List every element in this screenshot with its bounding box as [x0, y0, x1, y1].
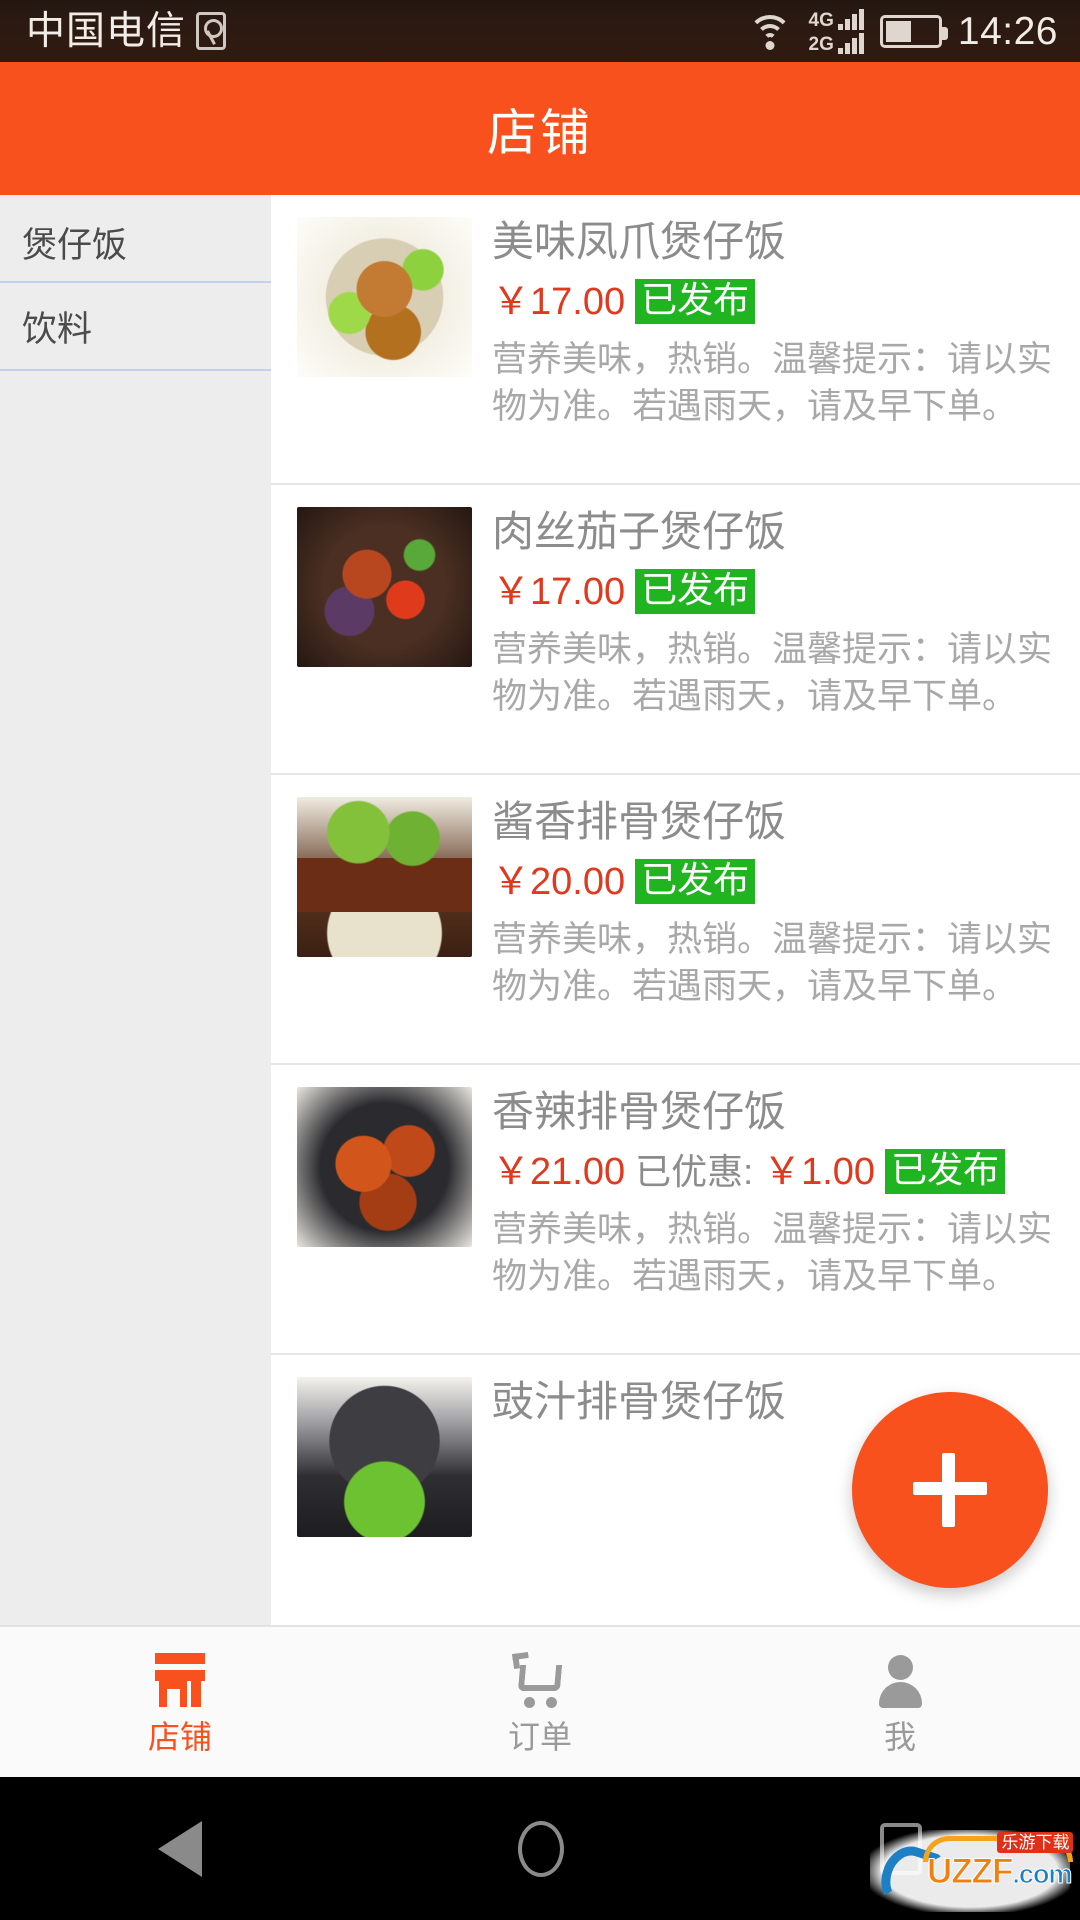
sidebar-item-drinks[interactable]: 饮料: [0, 283, 271, 371]
status-badge: 已发布: [635, 569, 756, 614]
status-bar-left: 中国电信: [26, 9, 227, 53]
list-item[interactable]: 香辣排骨煲仔饭 ￥21.00 已优惠: ￥1.00 已发布 营养美味，热销。温馨…: [271, 1065, 1080, 1355]
tab-shop[interactable]: 店铺: [0, 1627, 360, 1777]
signal-4g-label: 4G: [808, 9, 834, 31]
add-product-fab[interactable]: [852, 1392, 1048, 1588]
phone-screen: 中国电信 4G 2G 14:26 店铺 煲仔饭 饮料 美味凤爪煲仔饭 ￥17.0…: [0, 0, 1080, 1920]
product-info: 肉丝茄子煲仔饭 ￥17.00 已发布 营养美味，热销。温馨提示：请以实物为准。若…: [492, 507, 1054, 755]
product-name: 肉丝茄子煲仔饭: [492, 508, 787, 555]
product-thumbnail: [297, 797, 472, 957]
sidebar-item-label: 煲仔饭: [22, 225, 128, 265]
tab-label: 订单: [507, 1719, 572, 1755]
product-description: 营养美味，热销。温馨提示：请以实物为准。若遇雨天，请及早下单。: [492, 1209, 1053, 1297]
status-bar-right: 4G 2G 14:26: [747, 8, 1058, 55]
list-item[interactable]: 肉丝茄子煲仔饭 ￥17.00 已发布 营养美味，热销。温馨提示：请以实物为准。若…: [271, 485, 1080, 775]
list-item[interactable]: 酱香排骨煲仔饭 ￥20.00 已发布 营养美味，热销。温馨提示：请以实物为准。若…: [271, 775, 1080, 1065]
watermark-swoosh-icon: [878, 1844, 924, 1898]
carrier-label: 中国电信: [26, 9, 187, 53]
product-price: ￥20.00: [492, 860, 626, 903]
sidebar-item-claypot-rice[interactable]: 煲仔饭: [0, 195, 271, 283]
product-price-row: ￥17.00 已发布: [492, 569, 1054, 614]
product-price-row: ￥21.00 已优惠: ￥1.00 已发布: [492, 1149, 1054, 1194]
store-icon: [149, 1651, 211, 1709]
product-thumbnail: [297, 1377, 472, 1537]
status-badge: 已发布: [635, 279, 756, 324]
watermark-text: 乐游下载 UZZF.com: [923, 1831, 1074, 1889]
watermark-tagline: 乐游下载: [997, 1831, 1074, 1853]
battery-icon: [879, 14, 948, 48]
product-price-row: ￥20.00 已发布: [492, 859, 1054, 904]
product-info: 香辣排骨煲仔饭 ￥21.00 已优惠: ￥1.00 已发布 营养美味，热销。温馨…: [492, 1087, 1054, 1335]
list-item[interactable]: 美味凤爪煲仔饭 ￥17.00 已发布 营养美味，热销。温馨提示：请以实物为准。若…: [271, 195, 1080, 485]
product-description: 营养美味，热销。温馨提示：请以实物为准。若遇雨天，请及早下单。: [492, 339, 1053, 427]
product-info: 美味凤爪煲仔饭 ￥17.00 已发布 营养美味，热销。温馨提示：请以实物为准。若…: [492, 217, 1054, 465]
wifi-icon: [747, 13, 793, 50]
sidebar-item-label: 饮料: [22, 309, 93, 349]
product-price: ￥17.00: [492, 280, 626, 323]
bottom-tab-bar: 店铺 订单 我: [0, 1625, 1080, 1777]
product-description: 营养美味，热销。温馨提示：请以实物为准。若遇雨天，请及早下单。: [492, 629, 1053, 717]
site-watermark: 乐游下载 UZZF.com: [870, 1830, 1074, 1912]
status-badge: 已发布: [885, 1149, 1006, 1194]
signal-bars-secondary-icon: [837, 32, 864, 54]
product-info: 酱香排骨煲仔饭 ￥20.00 已发布 营养美味，热销。温馨提示：请以实物为准。若…: [492, 797, 1054, 1045]
signal-icons: 4G 2G: [808, 8, 864, 55]
product-description: 营养美味，热销。温馨提示：请以实物为准。若遇雨天，请及早下单。: [492, 919, 1053, 1007]
home-circle-icon[interactable]: [518, 1820, 564, 1877]
cart-icon: [509, 1651, 571, 1709]
tab-label: 店铺: [147, 1719, 212, 1755]
product-thumbnail: [297, 1087, 472, 1247]
tab-label: 我: [883, 1719, 916, 1755]
clock-label: 14:26: [957, 9, 1058, 53]
product-price-row: ￥17.00 已发布: [492, 279, 1054, 324]
product-thumbnail: [297, 507, 472, 667]
product-name: 美味凤爪煲仔饭: [492, 218, 787, 265]
category-sidebar: 煲仔饭 饮料: [0, 195, 271, 1625]
signal-bars-primary-icon: [837, 8, 864, 30]
signal-2g-label: 2G: [808, 33, 834, 55]
plus-icon: [913, 1453, 987, 1527]
product-thumbnail: [297, 217, 472, 377]
page-title: 店铺: [487, 104, 593, 161]
promo-label: 已优惠:: [635, 1150, 754, 1192]
status-badge: 已发布: [635, 859, 756, 904]
promo-value: ￥1.00: [763, 1150, 876, 1193]
product-name: 香辣排骨煲仔饭: [492, 1088, 787, 1135]
product-price: ￥21.00: [492, 1150, 626, 1193]
back-triangle-icon[interactable]: [158, 1820, 202, 1877]
tab-profile[interactable]: 我: [720, 1627, 1080, 1777]
person-icon: [869, 1651, 931, 1709]
app-header: 店铺: [0, 62, 1080, 195]
product-price: ￥17.00: [492, 570, 626, 613]
product-name: 酱香排骨煲仔饭: [492, 798, 787, 845]
tab-orders[interactable]: 订单: [360, 1627, 720, 1777]
sim-card-icon: [196, 12, 227, 50]
status-bar: 中国电信 4G 2G 14:26: [0, 0, 1080, 62]
